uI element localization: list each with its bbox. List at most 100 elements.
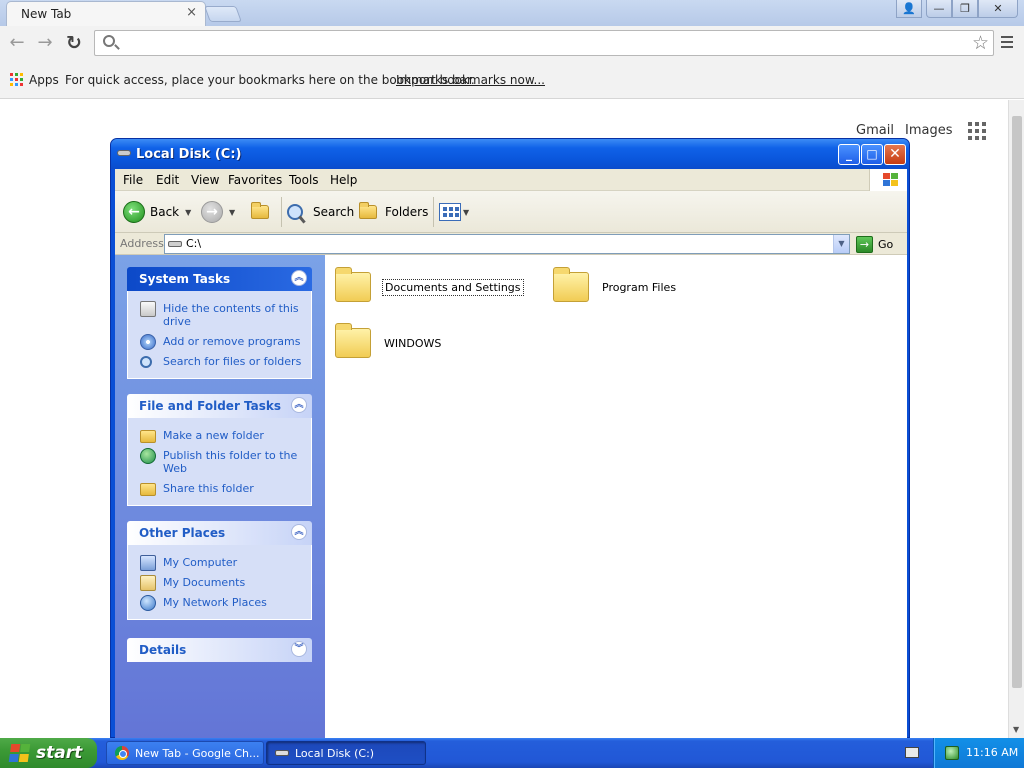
search-label: Search xyxy=(313,205,355,219)
collapse-chevron-icon[interactable]: ︽ xyxy=(291,270,307,286)
keyboard-icon[interactable] xyxy=(905,747,919,758)
views-button[interactable]: ▼ xyxy=(439,199,469,225)
forward-arrow-icon: → xyxy=(201,201,223,223)
bookmarks-bar: Apps For quick access, place your bookma… xyxy=(0,60,1024,99)
menu-favorites[interactable]: Favorites xyxy=(228,173,282,187)
explorer-maximize-button[interactable]: □ xyxy=(861,144,883,165)
chevron-down-icon[interactable]: ▼ xyxy=(463,208,469,217)
gmail-link[interactable]: Gmail xyxy=(856,123,894,138)
panel-title: Details xyxy=(139,643,187,657)
other-places-header[interactable]: Other Places ︽ xyxy=(127,521,312,545)
explorer-titlebar[interactable]: Local Disk (C:) _ □ ✕ xyxy=(111,139,909,169)
taskbar-item-chrome[interactable]: New Tab - Google Ch... xyxy=(106,741,264,765)
page-scroll-thumb[interactable] xyxy=(1012,116,1022,688)
panel-title: Other Places xyxy=(139,526,226,540)
folder-label: WINDOWS xyxy=(384,336,442,350)
go-button[interactable]: → Go xyxy=(856,235,893,253)
add-remove-programs-link[interactable]: Add or remove programs xyxy=(128,332,311,352)
other-places-panel: Other Places ︽ My Computer My Documents … xyxy=(127,521,312,620)
make-new-folder-link[interactable]: Make a new folder xyxy=(128,426,311,446)
explorer-toolbar: ← Back ▼ → ▼ Search Folders ▼ xyxy=(115,191,907,233)
collapse-chevron-icon[interactable]: ︽ xyxy=(291,524,307,540)
menu-file[interactable]: File xyxy=(123,173,143,187)
views-icon xyxy=(439,203,461,221)
start-label: start xyxy=(36,743,83,763)
folder-label: Program Files xyxy=(602,280,677,294)
menu-bar: File Edit View Favorites Tools Help xyxy=(115,169,907,191)
back-button[interactable]: ← Back ▼ xyxy=(123,199,191,225)
taskbar-item-label: Local Disk (C:) xyxy=(295,746,375,760)
go-label: Go xyxy=(878,237,894,251)
menu-help[interactable]: Help xyxy=(330,173,357,187)
tray-app-icon[interactable] xyxy=(945,746,959,760)
folder-windows[interactable]: WINDOWS xyxy=(335,323,443,358)
google-apps-icon[interactable] xyxy=(968,122,986,140)
folder-documents-and-settings[interactable]: Documents and Settings xyxy=(335,267,524,302)
my-network-places-link[interactable]: My Network Places xyxy=(128,593,311,613)
back-arrow-icon[interactable]: ← xyxy=(6,32,28,54)
up-folder-button[interactable] xyxy=(251,199,269,225)
explorer-window: Local Disk (C:) _ □ ✕ File Edit View Fav… xyxy=(110,138,910,739)
drive-icon xyxy=(275,750,289,756)
taskbar-item-local-disk[interactable]: Local Disk (C:) xyxy=(266,741,426,765)
search-files-link[interactable]: Search for files or folders xyxy=(128,352,311,372)
bookmark-star-icon[interactable]: ☆ xyxy=(972,32,989,54)
forward-arrow-icon[interactable]: → xyxy=(34,32,56,54)
menu-edit[interactable]: Edit xyxy=(156,173,179,187)
forward-button[interactable]: → ▼ xyxy=(201,199,235,225)
hide-drive-contents-link[interactable]: Hide the contents of this drive xyxy=(128,299,311,332)
apps-shortcut[interactable]: Apps xyxy=(29,73,59,87)
search-button[interactable]: Search xyxy=(287,199,354,225)
toolbar-separator xyxy=(281,197,282,227)
user-profile-button[interactable]: 👤 xyxy=(896,0,922,18)
new-tab-button[interactable] xyxy=(204,6,242,22)
scroll-down-arrow-icon[interactable]: ▼ xyxy=(1013,725,1019,734)
reload-icon[interactable]: ↻ xyxy=(63,32,85,54)
restore-button[interactable]: ❐ xyxy=(952,0,978,18)
menu-tools[interactable]: Tools xyxy=(289,173,319,187)
share-folder-link[interactable]: Share this folder xyxy=(128,479,311,499)
file-folder-tasks-header[interactable]: File and Folder Tasks ︽ xyxy=(127,394,312,418)
explorer-minimize-button[interactable]: _ xyxy=(838,144,860,165)
close-button[interactable]: ✕ xyxy=(978,0,1018,18)
my-documents-icon xyxy=(140,575,156,591)
folders-label: Folders xyxy=(385,205,429,219)
chrome-toolbar: ← → ↻ ☆ xyxy=(0,26,1024,60)
page-scrollbar[interactable]: ▼ xyxy=(1008,100,1024,738)
folder-program-files[interactable]: Program Files xyxy=(553,267,678,302)
share-folder-icon xyxy=(140,483,156,496)
clock[interactable]: 11:16 AM xyxy=(966,746,1018,759)
address-dropdown-icon[interactable]: ▼ xyxy=(833,235,849,253)
import-bookmarks-link[interactable]: Import bookmarks now... xyxy=(396,73,545,87)
chevron-down-icon[interactable]: ▼ xyxy=(185,208,191,217)
system-tasks-panel: System Tasks ︽ Hide the contents of this… xyxy=(127,267,312,379)
folder-icon xyxy=(335,323,371,358)
chevron-down-icon[interactable]: ▼ xyxy=(229,208,235,217)
my-computer-link[interactable]: My Computer xyxy=(128,553,311,573)
omnibox-input[interactable]: ☆ xyxy=(94,30,994,56)
tab-close-icon[interactable]: × xyxy=(186,5,197,20)
windows-logo-icon xyxy=(8,744,32,762)
panel-title: File and Folder Tasks xyxy=(139,399,282,413)
explorer-close-button[interactable]: ✕ xyxy=(884,144,906,165)
expand-chevron-icon[interactable]: ︾ xyxy=(291,641,307,657)
folders-button[interactable]: Folders xyxy=(359,199,428,225)
details-header[interactable]: Details ︾ xyxy=(127,638,312,662)
chrome-titlebar: New Tab × 👤 — ❐ ✕ xyxy=(0,0,1024,26)
publish-to-web-link[interactable]: Publish this folder to the Web xyxy=(128,446,311,479)
menu-view[interactable]: View xyxy=(191,173,219,187)
collapse-chevron-icon[interactable]: ︽ xyxy=(291,397,307,413)
start-button[interactable]: start xyxy=(0,738,97,768)
address-input[interactable]: C:\ ▼ xyxy=(164,234,850,254)
images-link[interactable]: Images xyxy=(905,123,953,138)
tab-new-tab[interactable]: New Tab × xyxy=(6,1,206,26)
explorer-body: System Tasks ︽ Hide the contents of this… xyxy=(115,255,907,739)
my-documents-link[interactable]: My Documents xyxy=(128,573,311,593)
apps-icon[interactable] xyxy=(10,73,23,86)
address-bar: Address C:\ ▼ → Go xyxy=(115,233,907,255)
minimize-button[interactable]: — xyxy=(926,0,952,18)
file-list[interactable]: Documents and Settings Program Files WIN… xyxy=(325,255,907,739)
folder-label: Documents and Settings xyxy=(382,278,524,296)
chrome-menu-icon[interactable] xyxy=(1001,36,1013,48)
system-tasks-header[interactable]: System Tasks ︽ xyxy=(127,267,312,291)
